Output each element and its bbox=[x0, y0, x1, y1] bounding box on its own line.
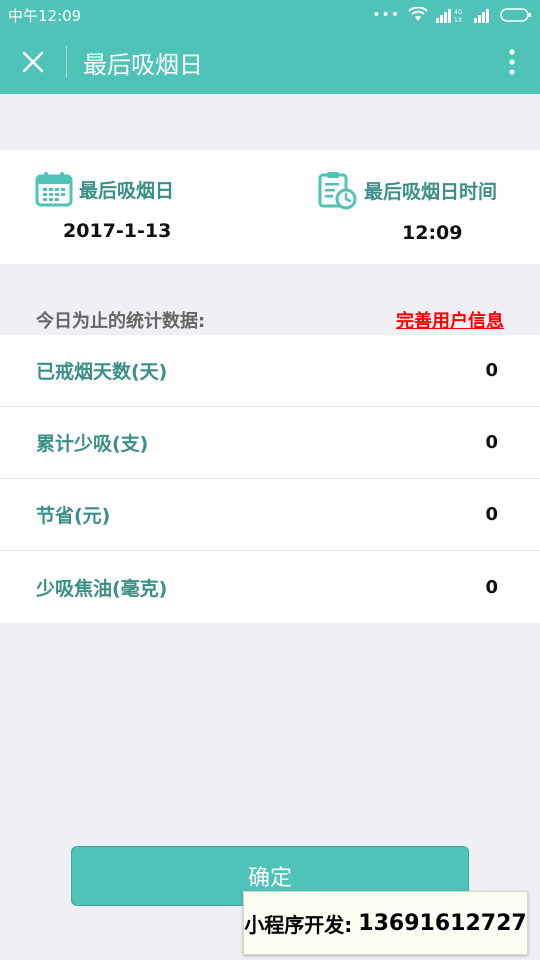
title-divider bbox=[66, 46, 67, 78]
close-icon bbox=[22, 51, 44, 73]
time-value: 12:09 bbox=[402, 222, 463, 244]
clipboard-clock-icon bbox=[318, 172, 357, 210]
stat-label: 节省(元) bbox=[36, 505, 111, 527]
watermark-phone: 13691612727 bbox=[358, 910, 527, 936]
developer-watermark: 小程序开发: 13691612727 bbox=[243, 891, 528, 955]
last-smoke-card: 最后吸烟日 2017-1-13 最后吸烟日时间 12:09 bbox=[0, 150, 540, 264]
signal-icon bbox=[474, 9, 489, 23]
stat-row-cigarettes-avoided: 累计少吸(支) 0 bbox=[0, 407, 540, 479]
stat-row-quit-days: 已戒烟天数(天) 0 bbox=[0, 335, 540, 407]
wifi-icon bbox=[408, 7, 428, 21]
date-label: 最后吸烟日 bbox=[79, 179, 175, 202]
status-icons: ••• 4G 1X bbox=[372, 7, 532, 23]
signal-4g-icon: 4G 1X bbox=[436, 9, 463, 23]
battery-icon bbox=[500, 8, 531, 22]
svg-text:4G: 4G bbox=[454, 9, 463, 16]
close-button[interactable] bbox=[0, 30, 66, 94]
calendar-icon bbox=[35, 172, 73, 207]
status-bar: 中午12:09 ••• 4G 1X bbox=[0, 0, 540, 30]
stats-title: 今日为止的统计数据: bbox=[36, 311, 206, 332]
stats-list: 已戒烟天数(天) 0 累计少吸(支) 0 节省(元) 0 少吸焦油(毫克) 0 bbox=[0, 335, 540, 623]
more-menu-button[interactable] bbox=[484, 30, 540, 94]
last-smoke-date[interactable]: 最后吸烟日 2017-1-13 bbox=[35, 170, 174, 242]
status-time: 中午12:09 bbox=[8, 6, 82, 25]
watermark-label: 小程序开发: bbox=[244, 912, 353, 937]
stat-row-money-saved: 节省(元) 0 bbox=[0, 479, 540, 551]
stat-value: 0 bbox=[485, 432, 498, 453]
stat-label: 累计少吸(支) bbox=[36, 433, 149, 455]
last-smoke-time[interactable]: 最后吸烟日时间 12:09 bbox=[318, 170, 497, 244]
stat-value: 0 bbox=[485, 576, 498, 598]
date-value: 2017-1-13 bbox=[63, 220, 172, 242]
complete-profile-link[interactable]: 完善用户信息 bbox=[396, 307, 504, 333]
stat-value: 0 bbox=[485, 504, 498, 525]
page-title: 最后吸烟日 bbox=[83, 50, 203, 79]
stat-row-tar-avoided: 少吸焦油(毫克) 0 bbox=[0, 551, 540, 623]
time-label: 最后吸烟日时间 bbox=[364, 180, 498, 203]
more-dots-icon: ••• bbox=[372, 7, 400, 23]
more-vertical-icon bbox=[509, 49, 515, 75]
stat-label: 已戒烟天数(天) bbox=[36, 361, 168, 383]
stat-label: 少吸焦油(毫克) bbox=[36, 577, 168, 600]
title-bar: 最后吸烟日 bbox=[0, 30, 540, 94]
stat-value: 0 bbox=[485, 360, 498, 381]
stats-header: 今日为止的统计数据: 完善用户信息 bbox=[36, 306, 504, 334]
svg-text:1X: 1X bbox=[454, 17, 462, 23]
